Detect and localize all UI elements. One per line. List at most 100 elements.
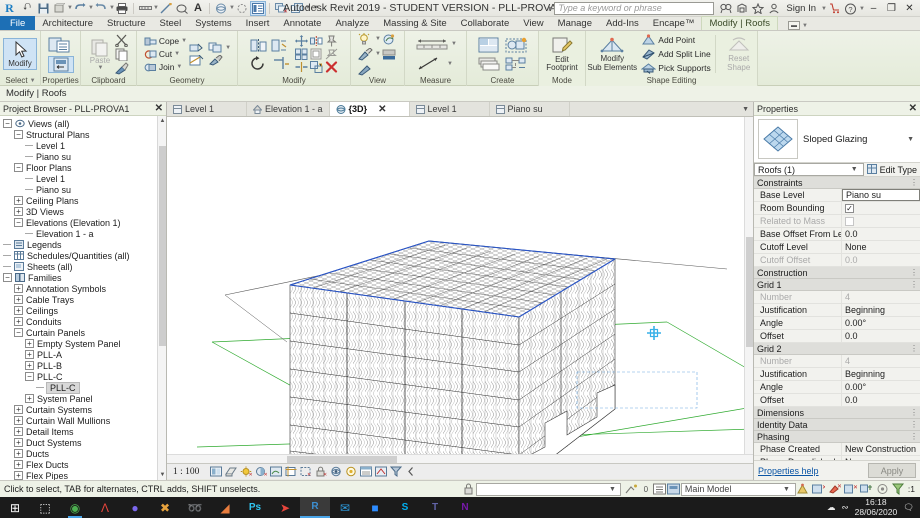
lock-3d-view-icon[interactable]: ✕ (314, 465, 327, 478)
rhino-icon[interactable]: ➿ (180, 497, 210, 518)
temporary-view-properties-icon[interactable] (359, 465, 372, 478)
show-crop-region-icon[interactable]: ✕ (299, 465, 312, 478)
property-group-identity-data[interactable]: Identity Data ⋮ (754, 419, 920, 431)
collapse-toggle-icon[interactable]: − (14, 218, 23, 227)
ribbon-state-arrow[interactable]: ▼ (802, 23, 808, 29)
create-similar-icon[interactable] (477, 37, 501, 54)
tab-structure[interactable]: Structure (100, 16, 153, 30)
text-icon[interactable]: A (190, 1, 206, 16)
pin-icon[interactable] (325, 35, 338, 47)
crop-view-icon[interactable] (284, 465, 297, 478)
tab-architecture[interactable]: Architecture (35, 16, 100, 30)
visual-style-icon[interactable] (224, 465, 237, 478)
geometry-dropdown-arrow[interactable]: ▼ (225, 45, 231, 51)
temporary-hide-isolate-icon[interactable] (329, 465, 342, 478)
main-model-list-icon[interactable] (653, 483, 667, 496)
tree-item-elevation-1-a[interactable]: Elevation 1 - a (0, 228, 166, 239)
worksets-icon[interactable] (462, 483, 476, 496)
property-row[interactable]: Base Offset From Level0.0 (754, 228, 920, 241)
project-browser-close-icon[interactable]: ✕ (155, 103, 163, 114)
search-icon[interactable] (718, 1, 733, 16)
property-row[interactable]: Angle 0.00° (754, 381, 920, 394)
property-group-constraints[interactable]: Constraints ⋮ (754, 177, 920, 189)
close-button[interactable]: ✕ (901, 1, 918, 16)
print-icon[interactable] (114, 1, 130, 16)
thin-lines-icon[interactable] (250, 0, 266, 16)
scale-icon[interactable] (309, 61, 323, 73)
property-row[interactable]: Number 4 (754, 291, 920, 304)
tab-enscape[interactable]: Encape™ (646, 16, 702, 30)
property-value[interactable]: Piano su (842, 189, 920, 201)
tab-steel[interactable]: Steel (153, 16, 189, 30)
select-underlay-icon[interactable]: ✕ (811, 483, 825, 496)
collapse-toggle-icon[interactable]: − (3, 119, 12, 128)
measure-icon[interactable] (137, 1, 153, 16)
property-row[interactable]: Justification Beginning (754, 368, 920, 381)
tree-item-pll-b[interactable]: + PLL-B (0, 360, 166, 371)
tab-manage[interactable]: Manage (551, 16, 599, 30)
tab-modify-roofs[interactable]: Modify | Roofs (701, 16, 779, 30)
pick-supports-item[interactable]: Pick Supports (641, 62, 711, 74)
property-row[interactable]: Offset 0.0 (754, 330, 920, 343)
teams-icon[interactable]: T (420, 497, 450, 518)
design-options-icon[interactable] (625, 483, 639, 496)
scroll-thumb[interactable] (159, 146, 166, 346)
autodesk-store-icon[interactable] (827, 1, 842, 16)
property-value[interactable]: Beginning (842, 368, 920, 380)
scroll-up-arrow[interactable]: ▲ (159, 117, 166, 125)
tab-annotate[interactable]: Annotate (276, 16, 328, 30)
select-links-icon[interactable] (796, 483, 809, 496)
cope-dropdown-arrow[interactable]: ▼ (181, 38, 187, 44)
expand-toggle-icon[interactable]: + (14, 460, 23, 469)
expand-toggle-icon[interactable]: + (14, 284, 23, 293)
measure-between-references-icon[interactable] (415, 38, 449, 51)
property-row[interactable]: Phase Created New Construction (754, 443, 920, 456)
tag-icon[interactable] (174, 1, 190, 16)
tree-item-legends[interactable]: Legends (0, 239, 166, 250)
demolish-icon[interactable] (189, 42, 204, 53)
edit-footprint-button[interactable]: Edit Footprint (541, 35, 583, 74)
add-split-line-item[interactable]: Add Split Line (641, 48, 711, 60)
property-value[interactable]: ✓ (842, 202, 920, 214)
tree-item-curtain-wall-mullions[interactable]: + Curtain Wall Mullions (0, 415, 166, 426)
collapse-toggle-icon[interactable]: − (14, 130, 23, 139)
constraints-icon[interactable] (389, 465, 402, 478)
photoshop-icon[interactable]: Ps (240, 497, 270, 518)
viewport-hscroll-thumb[interactable] (287, 456, 397, 463)
save-icon[interactable] (35, 1, 51, 16)
selection-lock-icon[interactable] (876, 483, 889, 496)
select-by-face-icon[interactable]: ✕ (843, 483, 857, 496)
properties-palette-icon[interactable] (48, 36, 74, 54)
cut-dropdown-arrow[interactable]: ▼ (174, 51, 180, 57)
skype-icon[interactable]: S (390, 497, 420, 518)
property-value[interactable]: Beginning (842, 304, 920, 316)
collapse-toggle-icon[interactable]: − (3, 273, 12, 282)
collapse-toggle-icon[interactable]: − (14, 328, 23, 337)
design-option-selector[interactable]: Main Model ▼ (680, 482, 796, 496)
collapse-toggle-icon[interactable]: − (25, 372, 34, 381)
split-element-icon[interactable] (295, 61, 308, 73)
property-group-grid-2[interactable]: Grid 2 ⋮ (754, 343, 920, 355)
tab-analyze[interactable]: Analyze (328, 16, 376, 30)
shadows-icon[interactable]: ✕ (254, 465, 267, 478)
tree-item-3d-views[interactable]: +3D Views (0, 206, 166, 217)
copy-icon[interactable] (114, 48, 130, 61)
user-account-icon[interactable] (766, 1, 781, 16)
mail-icon[interactable]: ✉ (330, 497, 360, 518)
tab-collaborate[interactable]: Collaborate (454, 16, 517, 30)
tree-item-piano-su[interactable]: Piano su (0, 151, 166, 162)
create-group-icon[interactable] (505, 37, 529, 54)
measure-dropdown-arrow-2[interactable]: ▼ (451, 41, 457, 47)
expand-toggle-icon[interactable]: + (25, 361, 34, 370)
tree-item-piano-su[interactable]: Piano su (0, 184, 166, 195)
properties-table[interactable]: Constraints ⋮ Base Level Piano su Room Bound… (754, 177, 920, 460)
property-group-construction[interactable]: Construction ⋮ (754, 267, 920, 279)
tree-item-conduits[interactable]: + Conduits (0, 316, 166, 327)
tree-item-families[interactable]: − Families (0, 272, 166, 283)
design-option-editor-icon[interactable] (667, 483, 681, 496)
tab-add-ins[interactable]: Add-Ins (599, 16, 646, 30)
property-row[interactable]: Room Bounding ✓ (754, 202, 920, 215)
measure-along-element-icon[interactable] (415, 56, 445, 71)
expand-toggle-icon[interactable]: + (14, 449, 23, 458)
tree-item-flex-pipes[interactable]: + Flex Pipes (0, 470, 166, 480)
